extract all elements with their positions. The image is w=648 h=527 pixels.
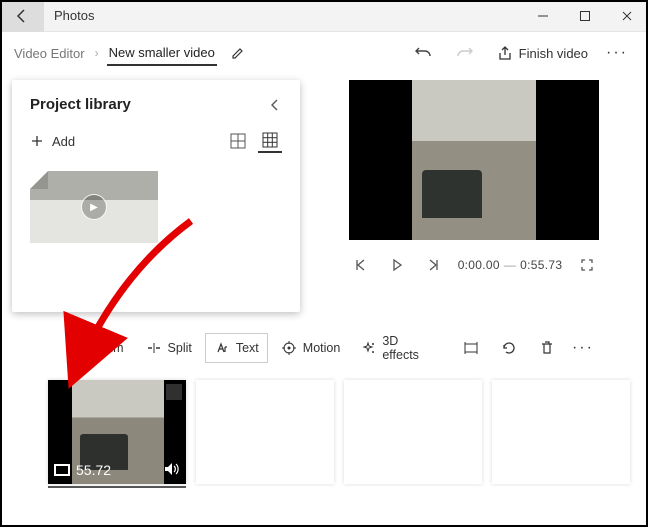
fullscreen-button[interactable] xyxy=(576,254,598,276)
redo-icon xyxy=(456,44,474,62)
back-button[interactable] xyxy=(0,0,44,32)
storyboard-clip[interactable]: 55.72 xyxy=(48,380,186,484)
arrow-left-icon xyxy=(14,8,30,24)
app-title: Photos xyxy=(44,8,522,23)
title-bar: Photos xyxy=(0,0,648,32)
finish-video-label: Finish video xyxy=(519,46,588,61)
storyboard-empty-slot[interactable] xyxy=(344,380,482,484)
library-clip-thumbnail[interactable]: ▶ xyxy=(30,171,158,243)
breadcrumb-root[interactable]: Video Editor xyxy=(12,42,87,65)
project-library-title: Project library xyxy=(30,96,131,113)
trim-icon xyxy=(78,341,92,355)
rotate-button[interactable] xyxy=(492,333,526,363)
preview-frame-image xyxy=(412,80,536,240)
trim-label: Trim xyxy=(99,341,124,355)
breadcrumb-bar: Video Editor › New smaller video Finish … xyxy=(0,32,648,74)
minimize-button[interactable] xyxy=(522,0,564,32)
clip-select-checkbox[interactable] xyxy=(166,384,182,400)
used-clip-fold-icon xyxy=(30,171,48,189)
toolbar-more-button[interactable]: ··· xyxy=(568,339,602,357)
preview-pane: 0:00.00—0:55.73 xyxy=(300,74,648,318)
text-button[interactable]: Text xyxy=(205,333,268,363)
current-time: 0:00.00 xyxy=(458,258,500,272)
close-icon xyxy=(621,10,633,22)
resize-button[interactable] xyxy=(454,333,488,363)
storyboard-empty-slot[interactable] xyxy=(492,380,630,484)
storyboard-empty-slot[interactable] xyxy=(196,380,334,484)
speaker-icon xyxy=(162,460,180,478)
sparkle-icon xyxy=(362,341,376,355)
play-icon xyxy=(390,258,404,272)
next-frame-button[interactable] xyxy=(422,254,444,276)
add-media-button[interactable]: Add xyxy=(30,134,75,149)
undo-icon xyxy=(414,44,432,62)
clip-duration-value: 55.72 xyxy=(76,462,111,478)
chevron-left-icon xyxy=(268,98,282,112)
time-display: 0:00.00—0:55.73 xyxy=(458,258,563,272)
motion-button[interactable]: Motion xyxy=(272,333,350,363)
motion-label: Motion xyxy=(303,341,341,355)
split-icon xyxy=(147,341,161,355)
clip-selected-underline xyxy=(48,486,186,488)
grid-large-button[interactable] xyxy=(226,129,250,153)
storyboard: 55.72 xyxy=(0,372,648,484)
breadcrumb-project[interactable]: New smaller video xyxy=(107,41,217,66)
step-back-icon xyxy=(354,258,368,272)
grid-3x3-icon xyxy=(262,132,278,148)
grid-small-button[interactable] xyxy=(258,129,282,153)
delete-button[interactable] xyxy=(530,333,564,363)
fullscreen-icon xyxy=(580,258,594,272)
chevron-right-icon: › xyxy=(93,46,101,60)
edit-name-button[interactable] xyxy=(223,46,253,60)
3d-effects-button[interactable]: 3D effects xyxy=(353,327,430,369)
main-area: Project library Add xyxy=(0,74,648,318)
grid-2x2-icon xyxy=(230,133,246,149)
clip-duration[interactable]: 55.72 xyxy=(54,462,111,478)
total-time: 0:55.73 xyxy=(520,258,562,272)
split-label: Split xyxy=(168,341,192,355)
minimize-icon xyxy=(537,10,549,22)
trash-icon xyxy=(539,340,555,356)
prev-frame-button[interactable] xyxy=(350,254,372,276)
play-overlay-icon: ▶ xyxy=(81,194,107,220)
video-preview[interactable] xyxy=(349,80,599,240)
rotate-icon xyxy=(501,340,517,356)
close-button[interactable] xyxy=(606,0,648,32)
pencil-icon xyxy=(231,46,245,60)
redo-button[interactable] xyxy=(447,35,483,71)
3d-effects-label: 3D effects xyxy=(382,334,421,362)
clip-audio-button[interactable] xyxy=(162,460,180,478)
step-forward-icon xyxy=(426,258,440,272)
transport-controls: 0:00.00—0:55.73 xyxy=(350,254,599,276)
motion-icon xyxy=(282,341,296,355)
export-icon xyxy=(497,45,513,61)
finish-video-button[interactable]: Finish video xyxy=(489,45,596,61)
add-label: Add xyxy=(52,134,75,149)
collapse-library-button[interactable] xyxy=(268,98,282,112)
duration-icon xyxy=(54,464,70,476)
text-icon xyxy=(215,341,229,355)
resize-icon xyxy=(463,340,479,356)
maximize-icon xyxy=(579,10,591,22)
maximize-button[interactable] xyxy=(564,0,606,32)
trim-button[interactable]: Trim xyxy=(68,333,133,363)
more-button[interactable]: ··· xyxy=(602,44,636,62)
split-button[interactable]: Split xyxy=(137,333,201,363)
clip-toolbar: Trim Split Text Motion 3D effects ··· xyxy=(0,324,648,372)
project-library-panel: Project library Add xyxy=(12,80,300,312)
plus-icon xyxy=(30,134,44,148)
play-button[interactable] xyxy=(386,254,408,276)
text-label: Text xyxy=(236,341,259,355)
undo-button[interactable] xyxy=(405,35,441,71)
